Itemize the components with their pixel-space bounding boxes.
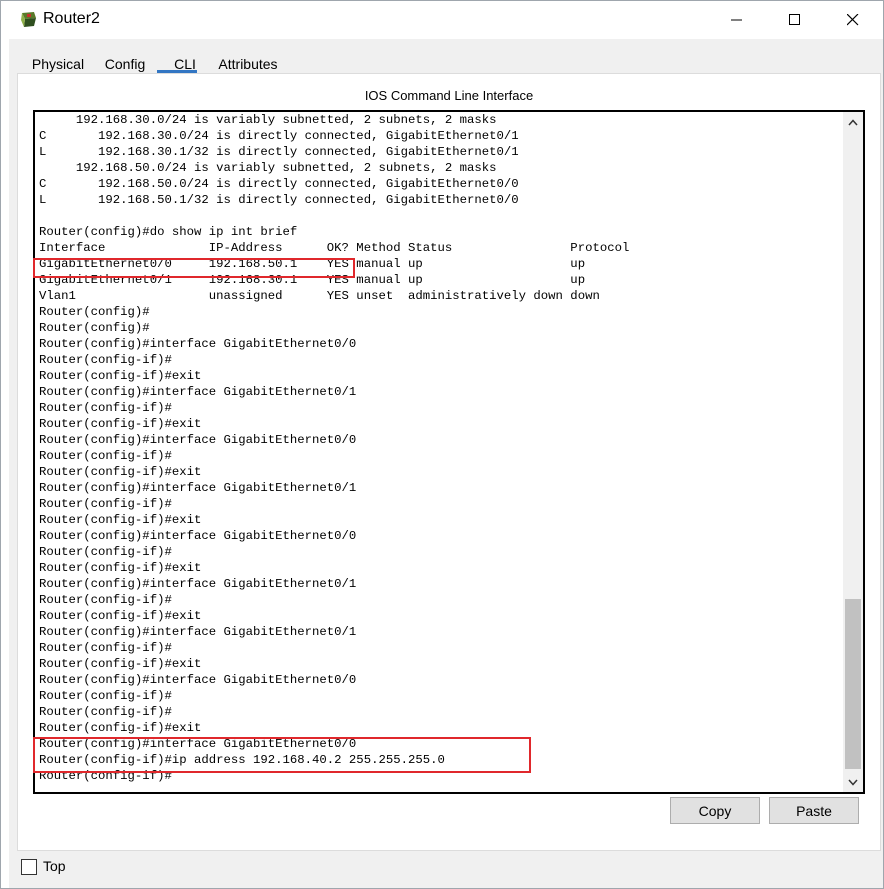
console-line: Router(config)#interface GigabitEthernet… [39, 481, 357, 495]
console-line: Router(config)#interface GigabitEthernet… [39, 433, 357, 447]
maximize-icon [789, 14, 800, 25]
console-line: Router(config-if)#exit [39, 465, 202, 479]
console-line: Router(config)#interface GigabitEthernet… [39, 337, 357, 351]
console-output[interactable]: 192.168.30.0/24 is variably subnetted, 2… [39, 112, 839, 792]
console-line: Router(config-if)#exit [39, 561, 202, 575]
console-line: Router(config-if)# [39, 401, 172, 415]
top-checkbox[interactable] [21, 859, 37, 875]
cli-panel: IOS Command Line Interface 192.168.30.0/… [17, 73, 881, 851]
window-client-area: Physical Config CLI Attributes IOS Comma… [9, 39, 883, 888]
console-line: 192.168.50.0/24 is variably subnetted, 2… [39, 161, 497, 175]
console-line: Router(config-if)#exit [39, 513, 202, 527]
minimize-icon [731, 19, 742, 21]
cli-console[interactable]: 192.168.30.0/24 is variably subnetted, 2… [33, 110, 865, 794]
console-line: Router(config)#do show ip int brief [39, 225, 298, 239]
console-line: Router(config)#interface GigabitEthernet… [39, 385, 357, 399]
close-icon [847, 14, 859, 26]
router2-window: Router2 Physical Config CLI Attributes I… [0, 0, 884, 889]
maximize-button[interactable] [766, 1, 824, 39]
console-line: Interface IP-Address OK? Method Status P… [39, 241, 630, 255]
chevron-up-icon [848, 118, 858, 125]
router-app-icon [21, 12, 36, 27]
minimize-button[interactable] [708, 1, 766, 39]
top-checkbox-label: Top [43, 858, 66, 874]
console-line: Router(config-if)#exit [39, 721, 202, 735]
console-line: Router(config-if)#exit [39, 417, 202, 431]
console-line: Router(config)#interface GigabitEthernet… [39, 625, 357, 639]
highlight-ip-command [33, 737, 531, 773]
chevron-down-icon [848, 779, 858, 786]
console-line: Router(config)#interface GigabitEthernet… [39, 577, 357, 591]
console-line: 192.168.30.0/24 is variably subnetted, 2… [39, 113, 497, 127]
title-bar[interactable]: Router2 [1, 1, 883, 39]
console-line: Router(config)# [39, 305, 150, 319]
paste-button[interactable]: Paste [769, 797, 859, 824]
console-line: Router(config-if)#exit [39, 609, 202, 623]
console-line: Router(config-if)# [39, 705, 172, 719]
copy-button[interactable]: Copy [670, 797, 760, 824]
console-line: Router(config-if)# [39, 545, 172, 559]
console-line: Vlan1 unassigned YES unset administrativ… [39, 289, 600, 303]
window-title: Router2 [43, 10, 100, 27]
console-line: L 192.168.50.1/32 is directly connected,… [39, 193, 519, 207]
panel-title: IOS Command Line Interface [364, 88, 534, 103]
console-line: Router(config-if)# [39, 353, 172, 367]
console-line: L 192.168.30.1/32 is directly connected,… [39, 145, 519, 159]
console-line: Router(config-if)# [39, 641, 172, 655]
close-button[interactable] [824, 1, 882, 39]
scroll-down-button[interactable] [843, 772, 863, 792]
vertical-scrollbar[interactable] [843, 112, 863, 792]
console-line: C 192.168.30.0/24 is directly connected,… [39, 129, 519, 143]
console-line: Router(config)#interface GigabitEthernet… [39, 673, 357, 687]
console-line: Router(config-if)# [39, 593, 172, 607]
console-line: Router(config-if)#exit [39, 657, 202, 671]
scroll-thumb[interactable] [845, 599, 861, 769]
console-line: Router(config)# [39, 321, 150, 335]
scroll-up-button[interactable] [843, 112, 863, 132]
console-line: Router(config-if)#exit [39, 369, 202, 383]
highlight-interface-row [33, 258, 355, 278]
console-line: Router(config-if)# [39, 689, 172, 703]
console-line: Router(config)#interface GigabitEthernet… [39, 529, 357, 543]
console-line: Router(config-if)# [39, 449, 172, 463]
console-line: Router(config-if)# [39, 497, 172, 511]
console-line: C 192.168.50.0/24 is directly connected,… [39, 177, 519, 191]
